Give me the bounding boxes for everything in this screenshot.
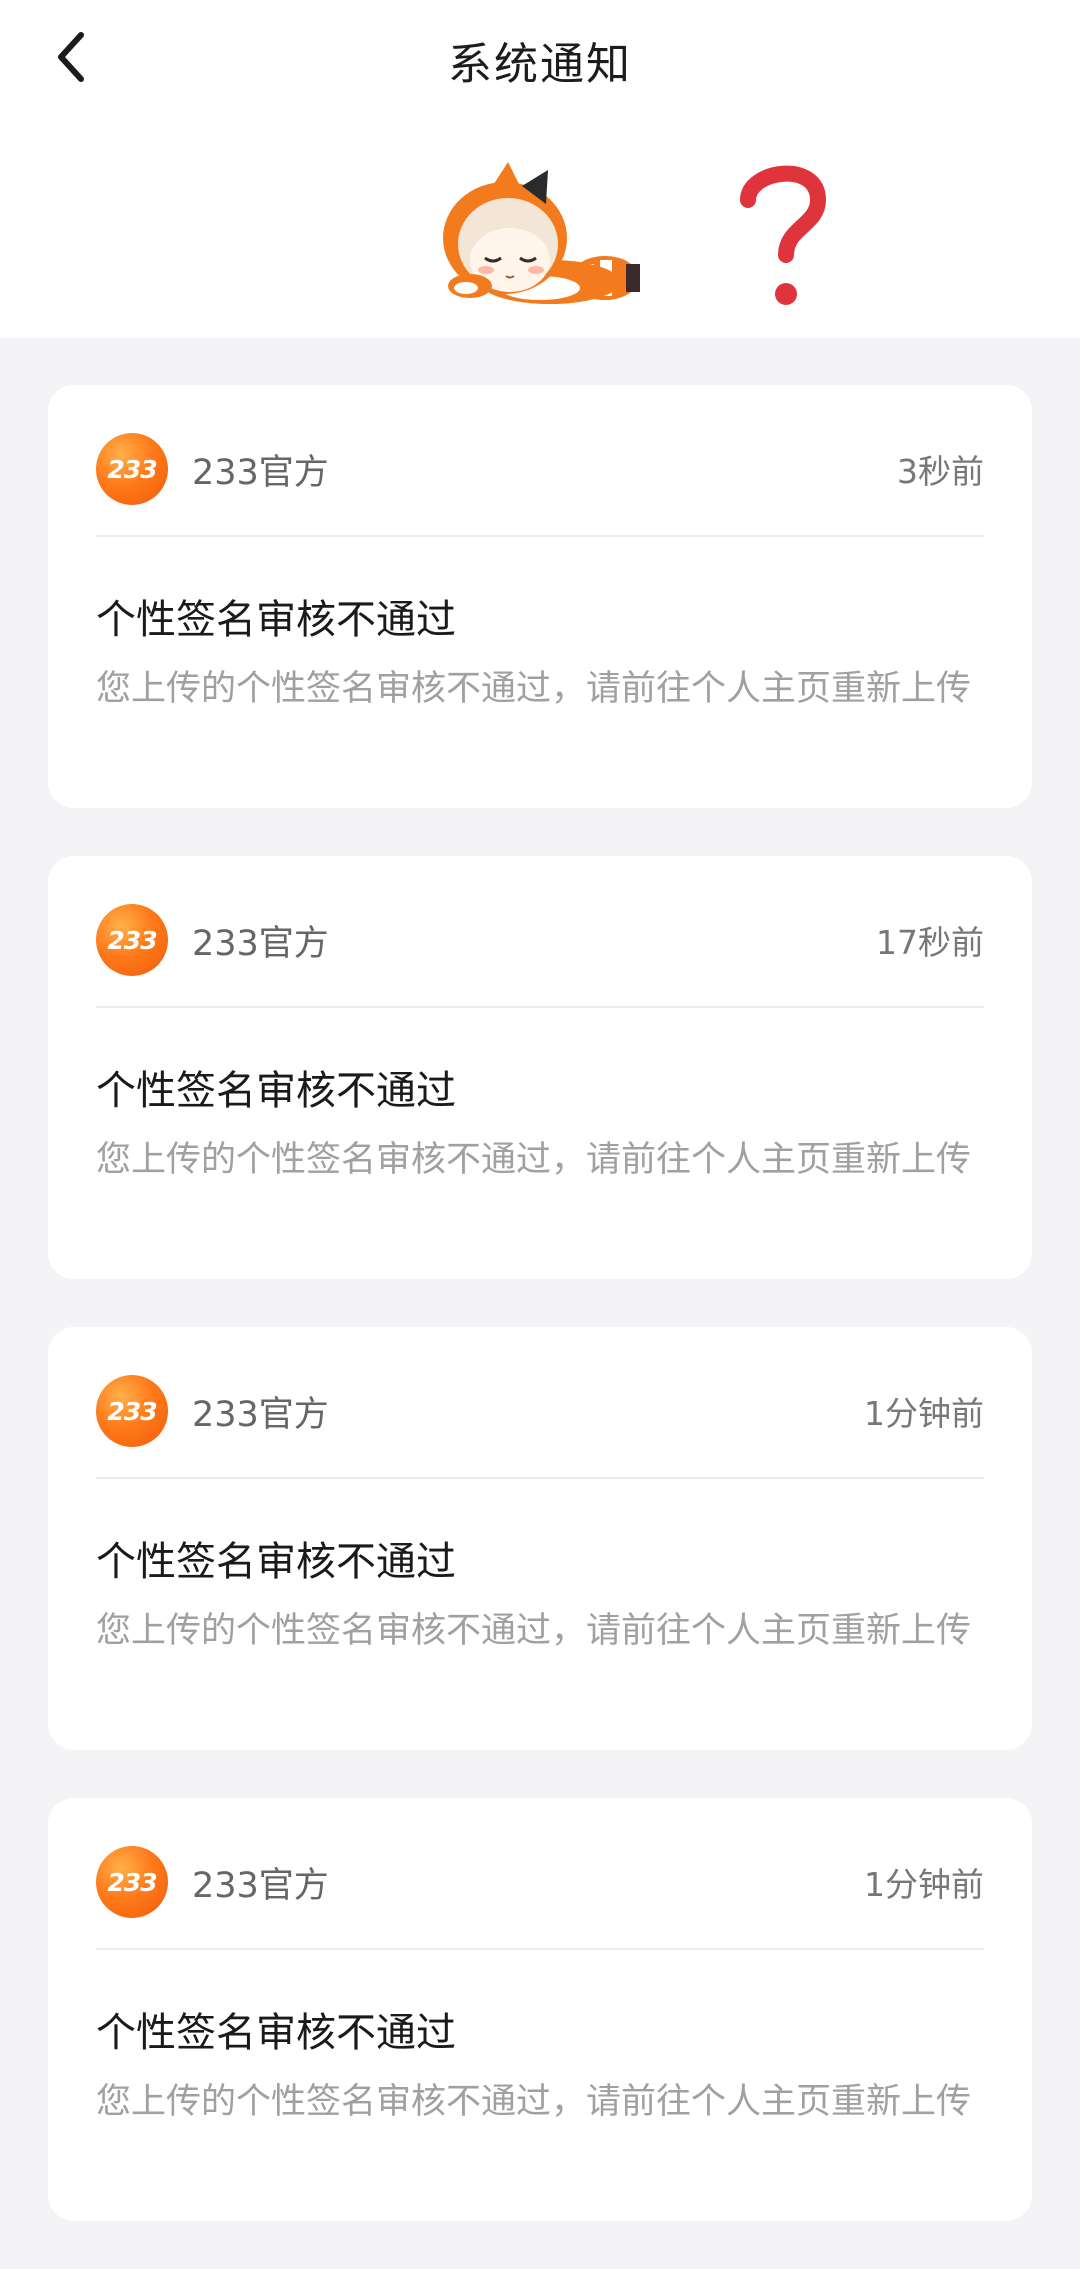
- top-bar: 系统通知: [0, 0, 1080, 338]
- question-mark-icon: [740, 165, 827, 305]
- divider: [96, 1006, 984, 1008]
- page-title: 系统通知: [448, 39, 632, 90]
- notification-card[interactable]: 233 233官方 1分钟前 个性签名审核不通过 您上传的个性签名审核不通过，请…: [48, 1798, 1032, 2221]
- avatar-text: 233: [107, 1867, 157, 1897]
- notification-list: 233 233官方 3秒前 个性签名审核不通过 您上传的个性签名审核不通过，请前…: [48, 385, 1032, 2269]
- notification-card[interactable]: 233 233官方 17秒前 个性签名审核不通过 您上传的个性签名审核不通过，请…: [48, 856, 1032, 1279]
- sender-name: 233官方: [192, 1865, 329, 1906]
- sender-name: 233官方: [192, 923, 329, 964]
- avatar-text: 233: [107, 454, 157, 484]
- timestamp: 3秒前: [897, 452, 984, 491]
- notification-title: 个性签名审核不通过: [96, 597, 456, 643]
- divider: [96, 1948, 984, 1950]
- avatar-text: 233: [107, 1396, 157, 1426]
- sender-name: 233官方: [192, 1394, 329, 1435]
- notification-body: 您上传的个性签名审核不通过，请前往个人主页重新上传: [96, 669, 972, 709]
- card-header: 233 233官方 17秒前: [96, 904, 984, 976]
- notification-body: 您上传的个性签名审核不通过，请前往个人主页重新上传: [96, 1140, 972, 1180]
- notification-body: 您上传的个性签名审核不通过，请前往个人主页重新上传: [96, 1611, 972, 1651]
- notification-title: 个性签名审核不通过: [96, 1068, 456, 1114]
- notification-card[interactable]: 233 233官方 3秒前 个性签名审核不通过 您上传的个性签名审核不通过，请前…: [48, 385, 1032, 808]
- avatar: 233: [96, 1375, 168, 1447]
- banner: [0, 150, 1080, 320]
- avatar-text: 233: [107, 925, 157, 955]
- avatar: 233: [96, 433, 168, 505]
- divider: [96, 1477, 984, 1479]
- notification-card[interactable]: 233 233官方 1分钟前 个性签名审核不通过 您上传的个性签名审核不通过，请…: [48, 1327, 1032, 1750]
- timestamp: 1分钟前: [864, 1865, 984, 1904]
- sleeping-mascot-illustration: [443, 162, 640, 304]
- divider: [96, 535, 984, 537]
- notification-title: 个性签名审核不通过: [96, 1539, 456, 1585]
- timestamp: 17秒前: [876, 923, 984, 962]
- sender-name: 233官方: [192, 452, 329, 493]
- card-header: 233 233官方 3秒前: [96, 433, 984, 505]
- card-header: 233 233官方 1分钟前: [96, 1846, 984, 1918]
- card-header: 233 233官方 1分钟前: [96, 1375, 984, 1447]
- notification-body: 您上传的个性签名审核不通过，请前往个人主页重新上传: [96, 2082, 972, 2122]
- notification-title: 个性签名审核不通过: [96, 2010, 456, 2056]
- avatar: 233: [96, 1846, 168, 1918]
- avatar: 233: [96, 904, 168, 976]
- timestamp: 1分钟前: [864, 1394, 984, 1433]
